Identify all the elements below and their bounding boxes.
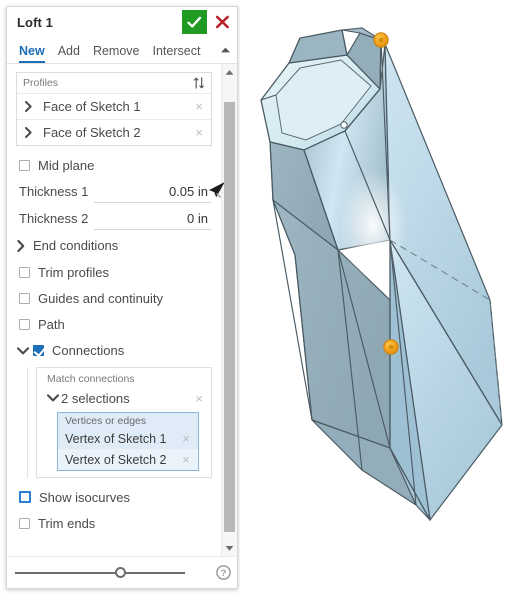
profile-item-2[interactable]: Face of Sketch 2 × <box>17 119 211 145</box>
path-row[interactable]: Path <box>7 311 221 337</box>
chevron-down-icon[interactable] <box>17 346 33 355</box>
selections-label: 2 selections <box>61 390 130 406</box>
collapse-panel-button[interactable] <box>216 41 234 59</box>
trim-profiles-label: Trim profiles <box>38 264 110 280</box>
chevron-right-icon[interactable] <box>17 239 33 252</box>
cancel-button[interactable] <box>211 10 233 34</box>
show-isocurves-row[interactable]: Show isocurves <box>7 484 221 510</box>
vertex-item-label: Vertex of Sketch 2 <box>65 452 167 467</box>
remove-selection-icon[interactable]: × <box>193 392 205 405</box>
check-icon <box>187 16 202 28</box>
help-circle-icon[interactable]: ? <box>216 565 231 585</box>
svg-text:?: ? <box>221 568 227 579</box>
trim-profiles-row[interactable]: Trim profiles <box>7 259 221 285</box>
dialog-header-buttons <box>182 10 233 34</box>
selections-row[interactable]: 2 selections × <box>37 387 211 409</box>
trim-ends-checkbox[interactable] <box>19 517 30 529</box>
profile-item-label: Face of Sketch 1 <box>43 99 141 114</box>
vertex-of-sketch-2-core <box>388 344 394 350</box>
tab-add[interactable]: Add <box>58 44 80 63</box>
scrollbar-track[interactable] <box>222 80 237 540</box>
profiles-header-label: Profiles <box>23 77 59 89</box>
chevron-right-icon[interactable] <box>25 127 38 138</box>
vertex-of-sketch-1-core <box>378 37 384 43</box>
chevron-down-icon[interactable] <box>47 394 61 402</box>
slider-thumb[interactable] <box>114 567 126 578</box>
end-conditions-label: End conditions <box>33 238 119 253</box>
match-connections-panel: Match connections 2 selections × Vertice… <box>36 367 212 478</box>
thickness-1-input[interactable]: 0.05 in <box>94 181 211 203</box>
show-isocurves-label: Show isocurves <box>39 489 131 505</box>
remove-vertex-icon[interactable]: × <box>180 453 192 466</box>
guides-continuity-label: Guides and continuity <box>38 290 164 306</box>
vertex-item-2[interactable]: Vertex of Sketch 2 × <box>58 449 198 470</box>
sort-updown-icon[interactable] <box>193 76 205 93</box>
dialog-scrollbar[interactable] <box>221 64 237 556</box>
dialog-body: Profiles Face of Sketch 1 × Face of Sket… <box>7 64 237 556</box>
quality-slider[interactable] <box>15 566 185 580</box>
lofted-solid-model <box>260 27 503 522</box>
mid-plane-checkbox[interactable] <box>19 159 30 171</box>
remove-profile-icon[interactable]: × <box>193 126 205 139</box>
close-icon <box>215 15 229 29</box>
cap-vertex-dot[interactable] <box>340 121 348 129</box>
end-conditions-row[interactable]: End conditions <box>7 232 221 259</box>
thickness-1-value: 0.05 in <box>168 183 208 199</box>
thickness-1-row: Thickness 1 0.05 in <box>7 178 225 205</box>
remove-vertex-icon[interactable]: × <box>180 432 192 445</box>
vertex-item-label: Vertex of Sketch 1 <box>65 431 167 446</box>
thickness-2-row: Thickness 2 0 in <box>7 205 221 232</box>
connections-row[interactable]: Connections <box>7 337 221 364</box>
chevron-down-icon <box>225 545 234 551</box>
profiles-header: Profiles <box>17 73 211 93</box>
mode-tabbar: New Add Remove Intersect <box>7 37 237 64</box>
match-connections-label: Match connections <box>47 373 135 385</box>
graphics-viewport[interactable] <box>240 0 515 597</box>
mid-plane-row[interactable]: Mid plane <box>7 152 221 178</box>
guides-continuity-checkbox[interactable] <box>19 292 30 304</box>
profile-item-label: Face of Sketch 2 <box>43 125 141 140</box>
chevron-right-icon[interactable] <box>25 101 38 112</box>
dialog-footer: ? <box>7 556 237 588</box>
tab-new[interactable]: New <box>19 44 45 63</box>
scroll-down-button[interactable] <box>225 540 234 556</box>
trim-ends-label: Trim ends <box>38 515 96 531</box>
scroll-up-button[interactable] <box>225 64 234 80</box>
show-isocurves-checkbox[interactable] <box>19 491 31 503</box>
trim-ends-row[interactable]: Trim ends <box>7 510 221 536</box>
vertex-item-1[interactable]: Vertex of Sketch 1 × <box>58 428 198 449</box>
dialog-scroll-content: Profiles Face of Sketch 1 × Face of Sket… <box>7 64 225 556</box>
scrollbar-thumb[interactable] <box>224 102 235 532</box>
path-checkbox[interactable] <box>19 318 30 330</box>
thickness-1-label: Thickness 1 <box>19 184 89 199</box>
connections-checkbox[interactable] <box>33 345 44 356</box>
chevron-up-icon <box>225 69 234 75</box>
path-label: Path <box>38 316 65 332</box>
mid-plane-label: Mid plane <box>38 157 95 173</box>
tab-intersect[interactable]: Intersect <box>153 44 201 63</box>
confirm-button[interactable] <box>182 10 207 34</box>
slider-track <box>15 571 185 574</box>
vertices-or-edges-label: Vertices or edges <box>65 415 147 427</box>
profiles-panel: Profiles Face of Sketch 1 × Face of Sket… <box>16 72 212 146</box>
profile-item-1[interactable]: Face of Sketch 1 × <box>17 93 211 119</box>
specular-highlight <box>339 169 407 281</box>
tab-remove[interactable]: Remove <box>93 44 140 63</box>
trim-profiles-checkbox[interactable] <box>19 266 30 278</box>
loft-dialog: Loft 1 New Add Remove Intersect Profiles… <box>6 6 238 589</box>
thickness-2-label: Thickness 2 <box>19 211 89 226</box>
solid-faces <box>260 27 503 522</box>
remove-profile-icon[interactable]: × <box>193 100 205 113</box>
vertices-or-edges-panel: Vertices or edges Vertex of Sketch 1 × V… <box>57 412 199 471</box>
chevron-up-icon <box>220 47 230 53</box>
thickness-2-input[interactable]: 0 in <box>94 208 211 230</box>
connections-nested-group: Match connections 2 selections × Vertice… <box>27 367 212 478</box>
thickness-2-value: 0 in <box>187 210 208 226</box>
connections-label: Connections <box>52 343 125 358</box>
dialog-header: Loft 1 <box>7 7 237 37</box>
guides-continuity-row[interactable]: Guides and continuity <box>7 285 221 311</box>
dialog-title: Loft 1 <box>17 14 53 30</box>
